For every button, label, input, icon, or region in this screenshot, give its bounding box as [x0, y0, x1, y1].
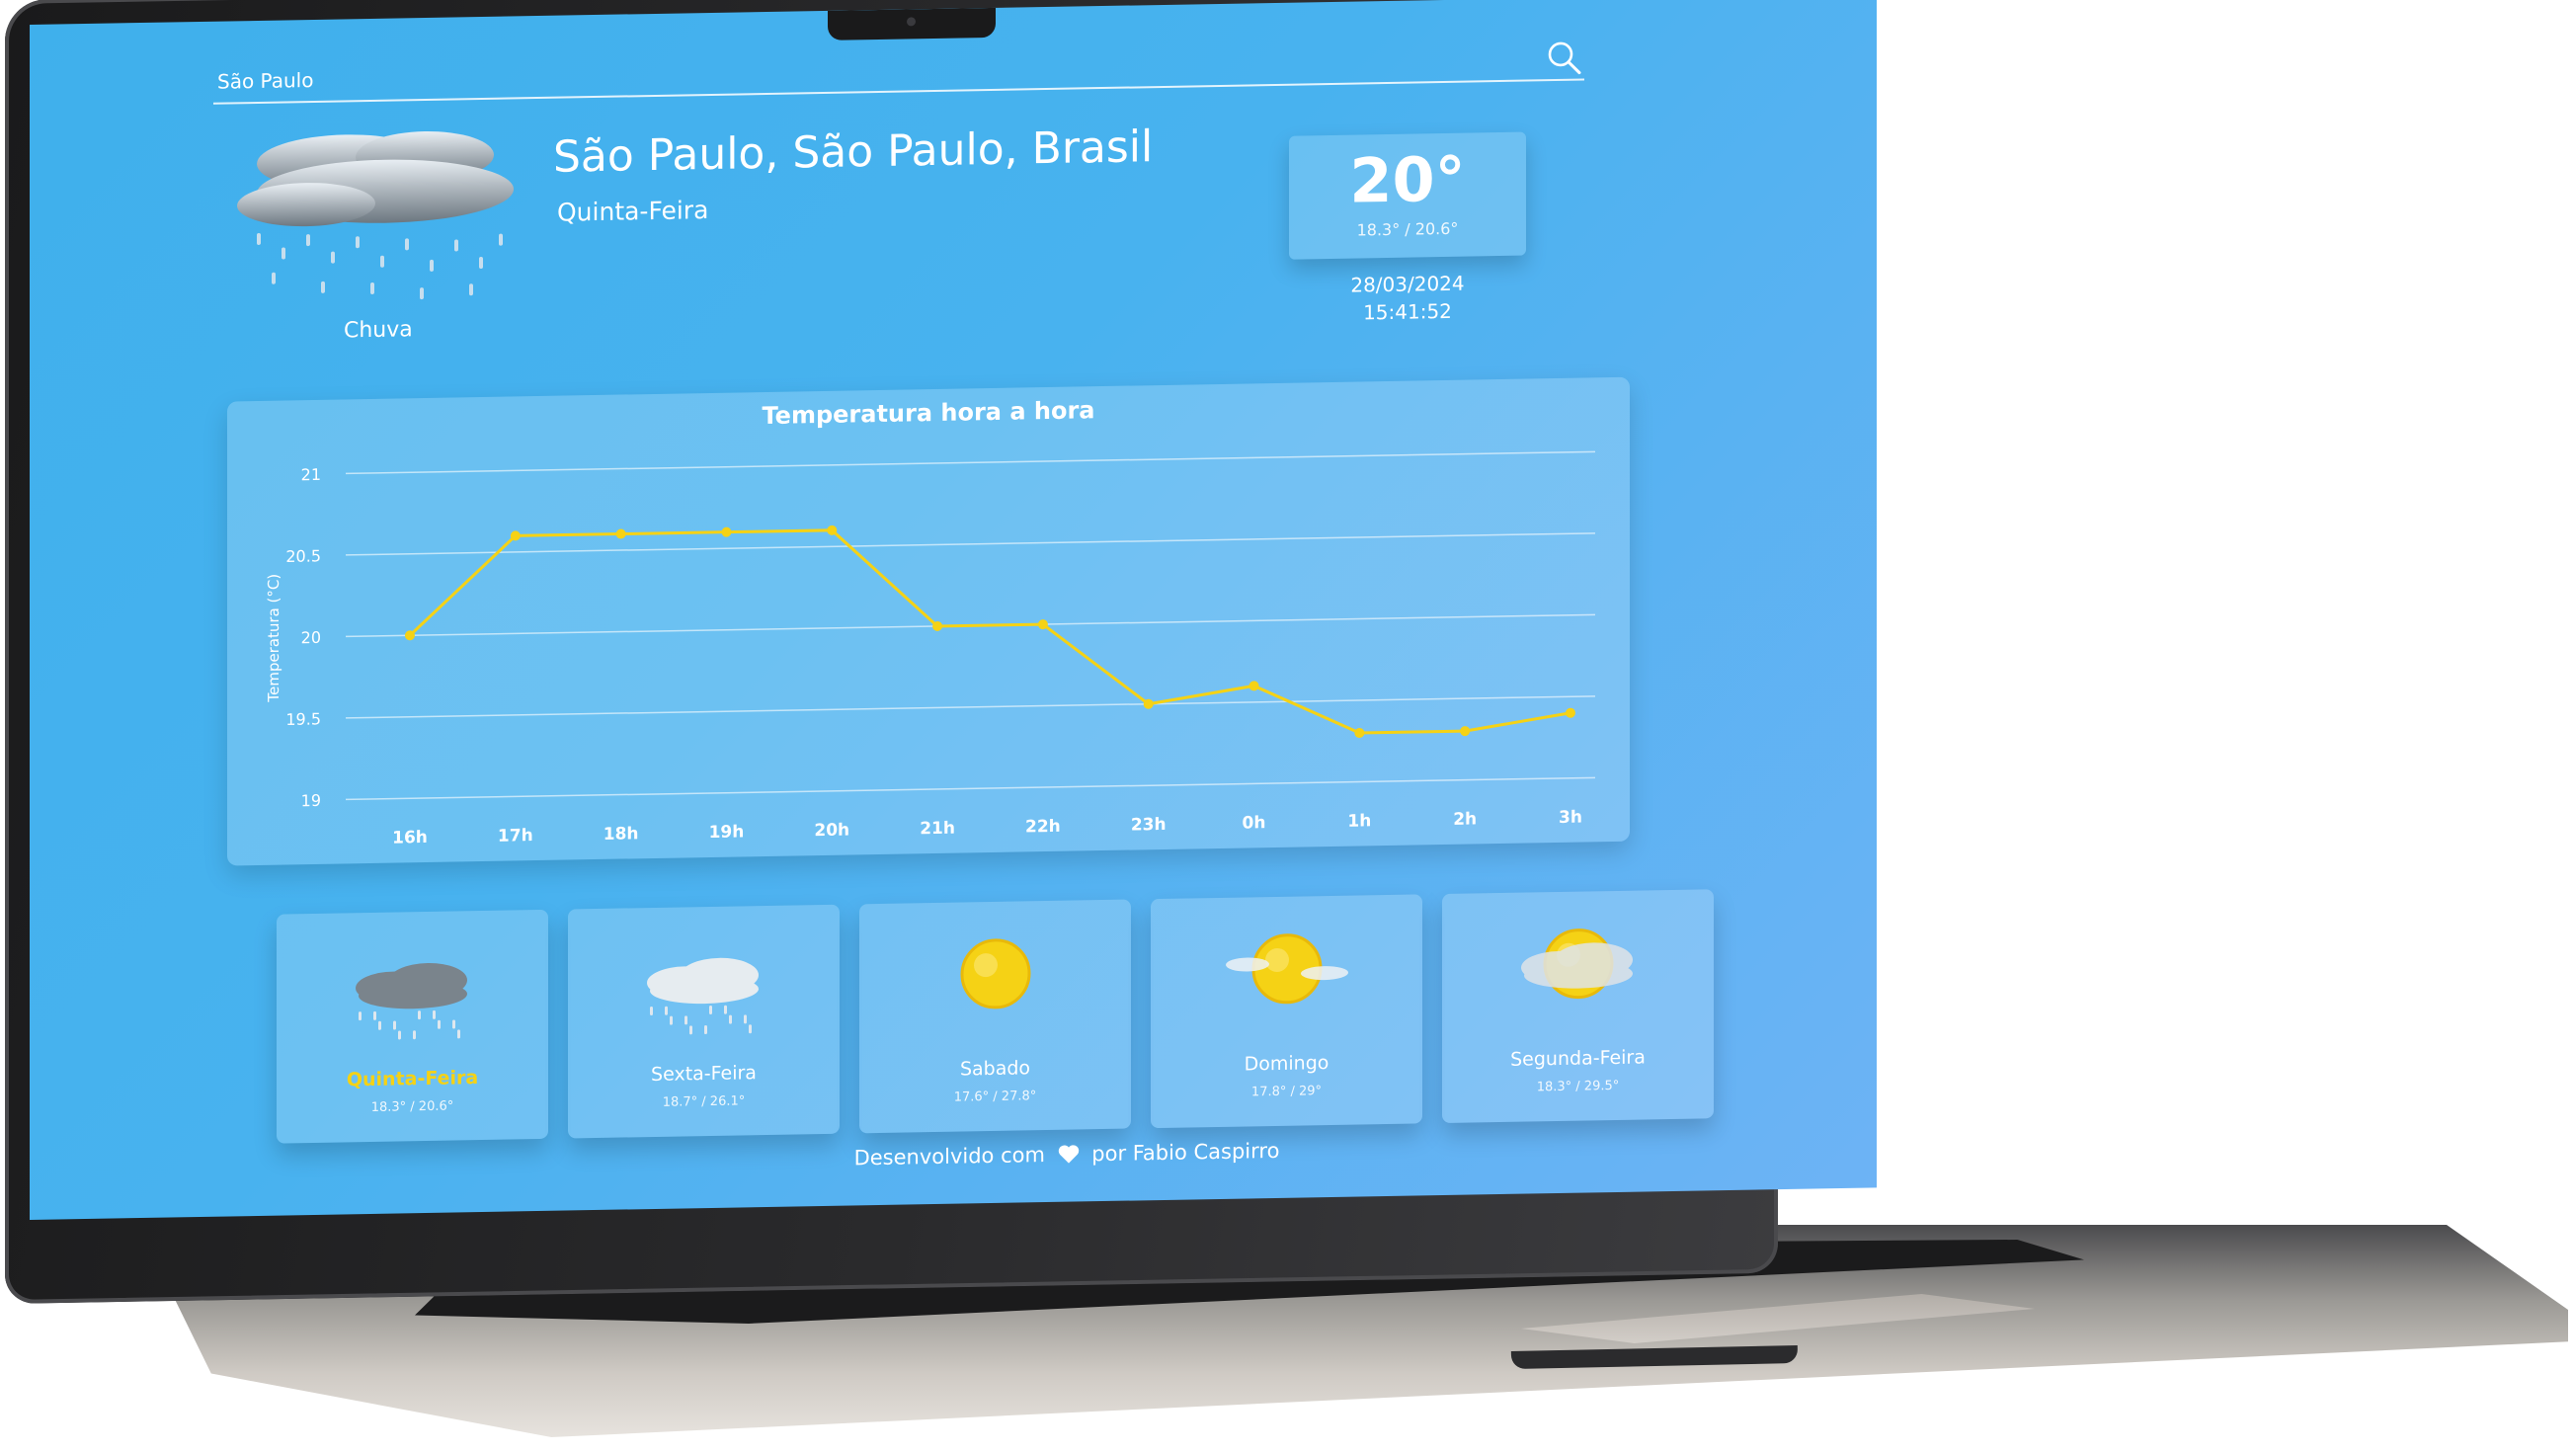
footer-suffix: por Fabio Caspirro	[1091, 1138, 1280, 1167]
camera-notch	[828, 7, 996, 40]
x-tick-label: 0h	[1243, 813, 1266, 833]
forecast-card[interactable]: Domingo 17.8° / 29°	[1151, 894, 1422, 1129]
y-tick-label: 21	[301, 465, 321, 484]
heart-icon	[1058, 1145, 1079, 1164]
current-weekday: Quinta-Feira	[557, 196, 709, 227]
forecast-day: Quinta-Feira	[346, 1067, 479, 1091]
forecast-range: 17.6° / 27.8°	[953, 1089, 1037, 1105]
forecast-range: 18.7° / 26.1°	[662, 1093, 746, 1110]
forecast-day: Domingo	[1244, 1052, 1329, 1076]
y-tick-label: 19	[301, 791, 321, 810]
y-axis-label: Temperatura (°C)	[265, 574, 282, 703]
hourly-temperature-chart: 19 19.5 20 20.5 21 16h 17h 18h 19h 20h 21h 22h 23h 0h…	[265, 450, 1595, 848]
temperature-point	[405, 630, 415, 641]
footer: Desenvolvido com por Fabio Caspirro	[820, 1138, 1314, 1170]
x-tick-label: 20h	[814, 821, 849, 842]
temperature-point	[1460, 726, 1471, 737]
footer-prefix: Desenvolvido com	[853, 1143, 1045, 1170]
x-tick-label: 18h	[604, 824, 639, 845]
temperature-series-line	[408, 528, 1571, 735]
temperature-point	[721, 526, 732, 537]
x-tick-label: 17h	[498, 826, 533, 847]
x-tick-label: 16h	[392, 828, 428, 848]
x-tick-label: 22h	[1025, 817, 1061, 838]
current-temperature-card: 20° 18.3° / 20.6°	[1289, 131, 1526, 260]
temperature-point	[1354, 727, 1365, 738]
forecast-card[interactable]: Quinta-Feira 18.3° / 20.6°	[277, 909, 548, 1144]
current-date: 28/03/2024	[1350, 271, 1465, 297]
forecast-range: 18.3° / 29.5°	[1536, 1078, 1620, 1095]
forecast-card[interactable]: Sexta-Feira 18.7° / 26.1°	[568, 904, 840, 1139]
current-temperature: 20°	[1349, 142, 1466, 217]
gridline	[346, 695, 1595, 719]
y-tick-label: 19.5	[285, 709, 321, 729]
current-temperature-range: 18.3° / 20.6°	[1356, 218, 1459, 240]
search-icon[interactable]	[1545, 39, 1584, 79]
sun-icon	[960, 938, 1031, 1009]
camera-icon	[907, 17, 916, 27]
forecast-range: 18.3° / 20.6°	[370, 1098, 454, 1115]
forecast-day: Sexta-Feira	[651, 1062, 757, 1087]
x-tick-label: 2h	[1453, 809, 1477, 829]
temperature-point	[510, 530, 521, 541]
partly-cloudy-icon	[1521, 928, 1633, 1000]
current-condition: Chuva	[344, 317, 413, 344]
hourly-chart-card: 19 19.5 20 20.5 21 16h 17h 18h 19h 20h 21h 22h 23h 0h…	[227, 376, 1630, 866]
gridline	[346, 450, 1595, 475]
temperature-point	[1566, 707, 1575, 718]
y-tick-label: 20	[301, 628, 321, 647]
light-rain-icon	[647, 957, 759, 1035]
x-tick-label: 23h	[1131, 815, 1167, 836]
location-title: São Paulo, São Paulo, Brasil	[553, 121, 1154, 183]
y-tick-label: 20.5	[285, 546, 321, 566]
forecast-card[interactable]: Segunda-Feira 18.3° / 29.5°	[1442, 889, 1714, 1124]
temperature-point	[1248, 681, 1259, 691]
rain-cloud-icon	[356, 962, 467, 1040]
forecast-card[interactable]: Sabado 17.6° / 27.8°	[859, 899, 1131, 1134]
x-tick-label: 1h	[1347, 811, 1371, 831]
sun-cloud-icon	[1226, 933, 1348, 1005]
forecast-day: Sabado	[959, 1057, 1031, 1081]
x-tick-label: 21h	[920, 819, 955, 840]
x-tick-label: 19h	[709, 822, 745, 843]
x-tick-label: 3h	[1559, 808, 1582, 828]
app-screen: Chuva São Paulo, São Paulo, Brasil Quint…	[30, 0, 1877, 1221]
current-time: 15:41:52	[1363, 298, 1452, 325]
rain-cloud-icon	[237, 130, 514, 300]
temperature-point	[615, 528, 626, 539]
forecast-day: Segunda-Feira	[1510, 1046, 1646, 1071]
gridline	[346, 776, 1595, 801]
forecast-range: 17.8° / 29°	[1250, 1084, 1323, 1100]
search-input[interactable]	[213, 46, 1545, 94]
search-bar	[213, 37, 1584, 105]
